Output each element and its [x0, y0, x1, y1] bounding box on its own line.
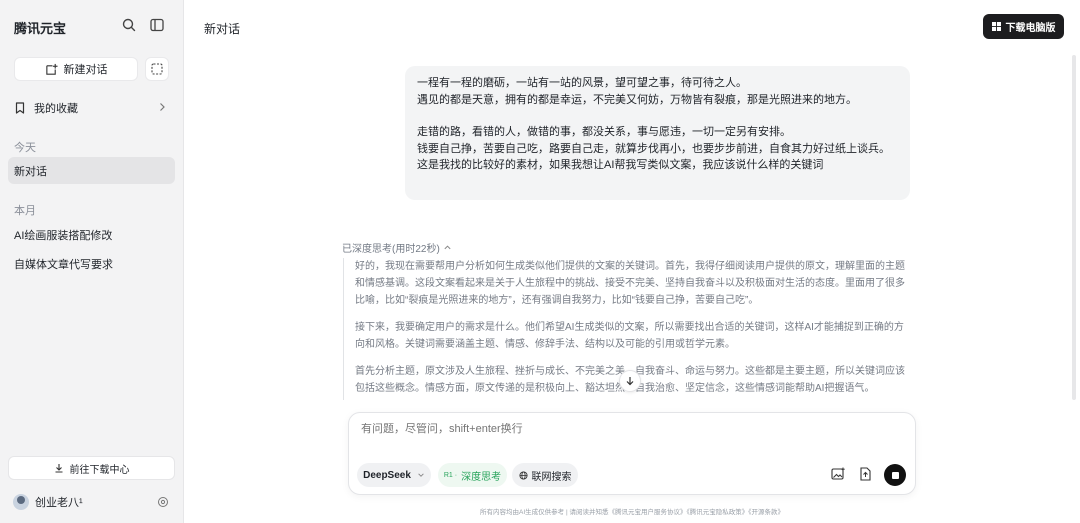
message-input[interactable]	[361, 423, 901, 435]
user-message-line: 遇见的都是天意，拥有的都是幸运，不完美又何妨，万物皆有裂痕，那是光照进来的地方。	[417, 93, 857, 106]
image-upload-icon[interactable]	[830, 466, 846, 482]
conversation-label: 新对话	[14, 165, 47, 178]
arrow-down-icon	[626, 377, 634, 386]
section-title-today: 今天	[14, 142, 36, 154]
user-message-line: 这是我找的比较好的素材，如果我想让AI帮我写类似文案，我应该说什么样的关键词	[417, 159, 824, 172]
favorites-item[interactable]: 我的收藏	[14, 98, 170, 118]
stop-generation-button[interactable]	[884, 464, 906, 486]
thinking-toggle[interactable]: 已深度思考(用时22秒)	[342, 240, 452, 255]
deep-think-label: 深度思考	[461, 471, 502, 483]
scrollbar[interactable]	[1072, 55, 1076, 400]
chevron-up-icon	[444, 245, 451, 250]
select-icon[interactable]	[145, 57, 169, 81]
windows-icon	[991, 22, 1001, 31]
download-pc-label: 下载电脑版	[1005, 23, 1056, 34]
conversation-item-ai-painting[interactable]: AI绘画服装搭配修改	[8, 221, 175, 248]
download-pc-button[interactable]: 下载电脑版	[983, 14, 1064, 39]
model-selector[interactable]: DeepSeek	[357, 463, 431, 487]
user-message-blank	[417, 108, 898, 124]
download-icon	[55, 464, 62, 473]
main-panel: 新对话 下载电脑版 一程有一程的磨砺，一站有一站的风景，望可望之事，待可待之人。…	[184, 0, 1080, 523]
scroll-to-bottom-button[interactable]	[619, 370, 641, 392]
settings-icon[interactable]	[157, 496, 169, 508]
deep-think-toggle[interactable]: R1 · 深度思考	[438, 463, 507, 487]
deep-think-badge: R1 ·	[443, 471, 458, 479]
globe-icon	[518, 470, 528, 480]
footer-disclaimer: 所有内容均由AI生成仅供参考 | 请阅读并知悉《腾讯元宝用户服务协议》《腾讯元宝…	[480, 509, 784, 516]
thinking-header: 已深度思考(用时22秒)	[342, 244, 440, 255]
user-message: 一程有一程的磨砺，一站有一站的风景，望可望之事，待可待之人。 遇见的都是天意，拥…	[405, 66, 910, 200]
thinking-paragraph: 接下来，我要确定用户的需求是什么。他们希望AI生成类似的文案，所以需要找出合适的…	[355, 322, 904, 350]
model-label: DeepSeek	[363, 469, 411, 481]
stop-icon	[891, 471, 899, 479]
web-search-toggle[interactable]: 联网搜索	[512, 463, 578, 487]
user-message-line: 走错的路，看错的人，做错的事，都没关系，事与愿违，一切一定另有安排。	[417, 126, 791, 139]
thinking-paragraph: 好的，我现在需要帮用户分析如何生成类似他们提供的文案的关键词。首先，我得仔细阅读…	[355, 261, 905, 306]
web-search-label: 联网搜索	[531, 471, 572, 483]
avatar	[13, 494, 29, 510]
conversation-label: AI绘画服装搭配修改	[14, 229, 113, 242]
new-chat-icon	[45, 63, 58, 75]
new-chat-button[interactable]: 新建对话	[14, 57, 138, 81]
user-message-line: 钱要自己挣，苦要自己吃，路要自己走，就算步伐再小，也要步步前进，自食其力好过纸上…	[417, 142, 890, 155]
sidebar: 腾讯元宝 新建对话 我的收藏 今天 新对话 本月 AI绘画服装搭配修改 自媒体文…	[0, 0, 184, 523]
conversation-item-new[interactable]: 新对话	[8, 157, 175, 184]
brand-title: 腾讯元宝	[14, 21, 67, 36]
chevron-down-icon	[418, 473, 424, 477]
conversation-item-article[interactable]: 自媒体文章代写要求	[8, 250, 175, 277]
app-window: 腾讯元宝 新建对话 我的收藏 今天 新对话 本月 AI绘画服装搭配修改 自媒体文…	[0, 0, 1080, 523]
bookmark-icon	[15, 102, 25, 114]
download-center-label: 前往下载中心	[69, 464, 130, 476]
search-icon[interactable]	[121, 17, 137, 33]
user-name: 创业老八¹	[35, 497, 83, 509]
section-title-month: 本月	[14, 205, 36, 217]
user-profile[interactable]: 创业老八¹	[13, 492, 83, 512]
user-message-line: 一程有一程的磨砺，一站有一站的风景，望可望之事，待可待之人。	[417, 77, 747, 89]
composer: DeepSeek R1 · 深度思考 联网搜索	[348, 412, 916, 495]
download-center-button[interactable]: 前往下载中心	[8, 456, 175, 480]
favorites-label: 我的收藏	[34, 103, 78, 115]
chevron-right-icon	[160, 103, 165, 111]
new-chat-label: 新建对话	[63, 64, 108, 76]
page-title: 新对话	[204, 22, 241, 36]
sidebar-toggle-icon[interactable]	[149, 17, 165, 33]
conversation-label: 自媒体文章代写要求	[14, 258, 113, 271]
file-upload-icon[interactable]	[857, 466, 873, 482]
